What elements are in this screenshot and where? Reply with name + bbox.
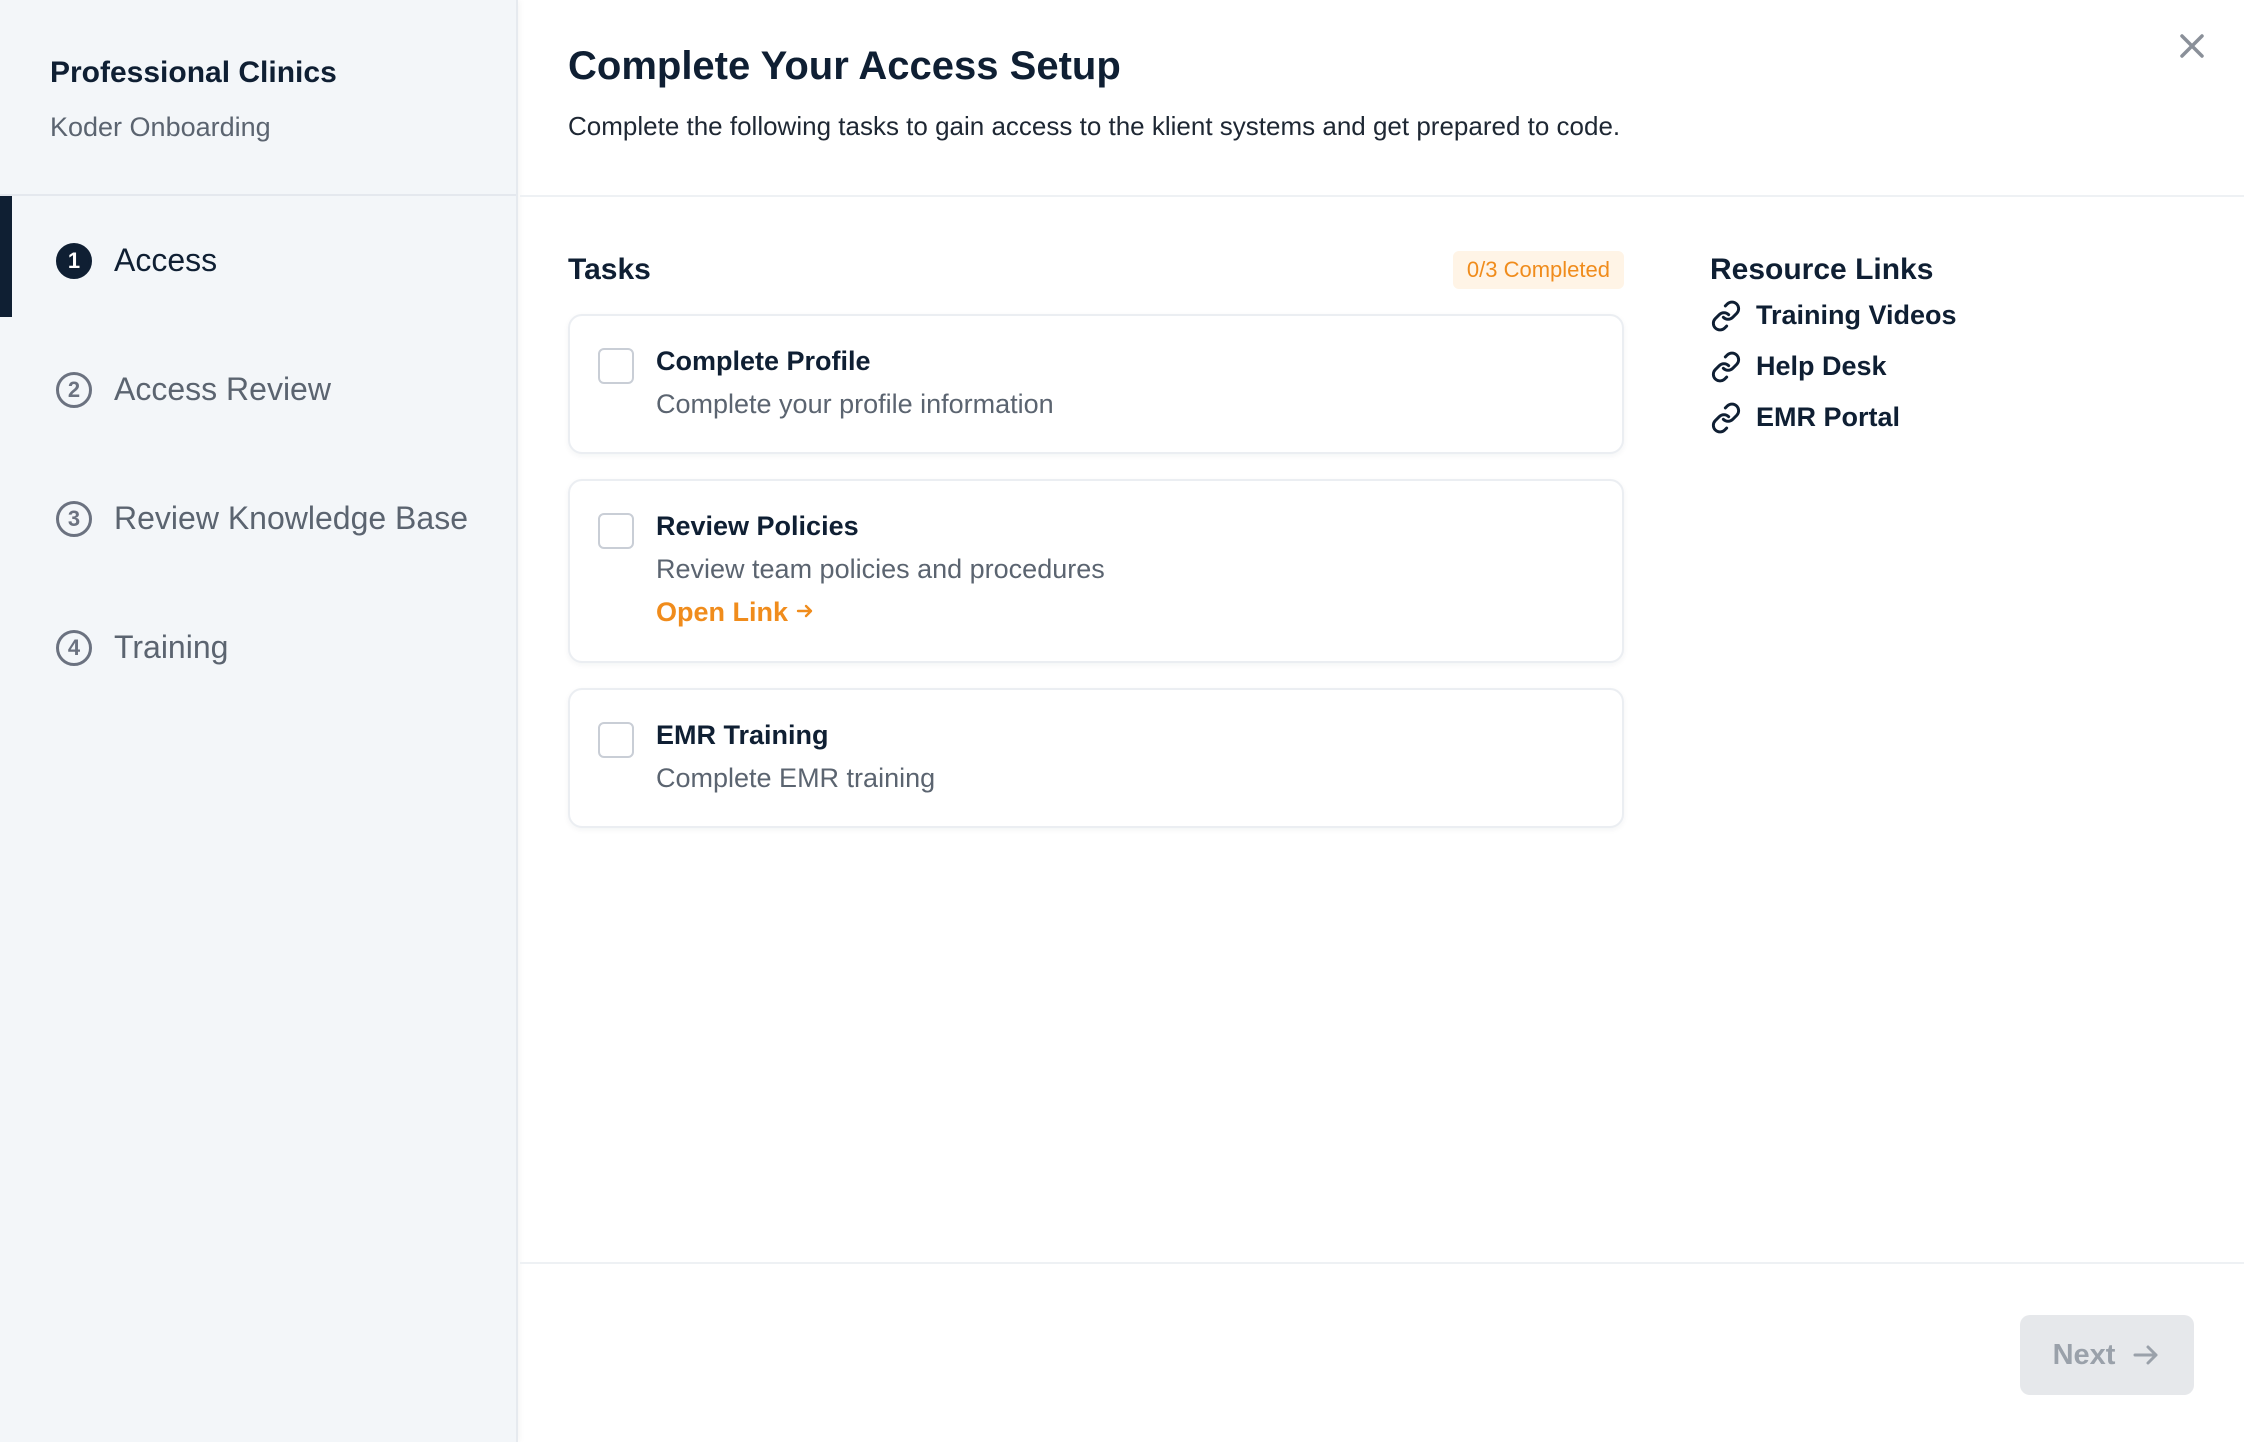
link-icon <box>1710 300 1742 332</box>
resource-link-label: Training Videos <box>1756 300 1957 330</box>
status-badge: 0/3 Completed <box>1452 251 1624 289</box>
header-divider <box>520 195 2244 197</box>
task-title: EMR Training <box>656 720 829 750</box>
step-label: Access Review <box>114 371 331 407</box>
step-training[interactable]: 4 Training <box>0 583 516 712</box>
resource-links-section: Resource Links Training Videos Help Desk… <box>1710 250 2160 443</box>
arrow-right-icon <box>2131 1340 2161 1370</box>
step-label: Review Knowledge Base <box>114 500 468 536</box>
step-label: Training <box>114 629 229 665</box>
page-header: Complete Your Access Setup Complete the … <box>568 44 2164 142</box>
task-card-review-policies: Review Policies Review team policies and… <box>568 479 1624 663</box>
arrow-right-icon <box>796 600 814 626</box>
step-label: Access <box>114 242 218 278</box>
task-description: Review team policies and procedures <box>656 554 1105 584</box>
close-icon <box>2180 34 2204 58</box>
task-checkbox[interactable] <box>598 722 634 758</box>
main-panel: Complete Your Access Setup Complete the … <box>520 0 2244 1442</box>
next-button-label: Next <box>2052 1338 2116 1371</box>
tasks-title: Tasks <box>568 253 651 286</box>
resource-link-help-desk[interactable]: Help Desk <box>1710 341 2160 392</box>
page-description: Complete the following tasks to gain acc… <box>568 111 1621 141</box>
step-number: 2 <box>56 371 92 408</box>
close-button[interactable] <box>2170 24 2214 68</box>
link-icon <box>1710 402 1742 434</box>
resource-link-label: Help Desk <box>1756 351 1887 381</box>
sidebar-header: Professional Clinics Koder Onboarding <box>0 0 516 196</box>
step-number: 4 <box>56 629 92 666</box>
step-access[interactable]: 1 Access <box>0 196 516 325</box>
steps-nav: 1 Access 2 Access Review 3 Review Knowle… <box>0 196 516 712</box>
org-subtitle: Koder Onboarding <box>50 112 271 142</box>
task-description: Complete your profile information <box>656 389 1054 419</box>
open-link[interactable]: Open Link <box>656 597 814 628</box>
resource-link-training-videos[interactable]: Training Videos <box>1710 290 2160 341</box>
org-name: Professional Clinics <box>50 56 337 89</box>
tasks-section: Tasks 0/3 Completed Complete Profile Com… <box>568 250 1624 828</box>
resource-link-label: EMR Portal <box>1756 402 1901 432</box>
open-link-label: Open Link <box>656 597 789 627</box>
step-review-knowledge-base[interactable]: 3 Review Knowledge Base <box>0 454 516 583</box>
page-title: Complete Your Access Setup <box>568 44 1121 88</box>
task-title: Review Policies <box>656 511 859 541</box>
step-access-review[interactable]: 2 Access Review <box>0 325 516 454</box>
footer-divider <box>520 1262 2244 1264</box>
sidebar: Professional Clinics Koder Onboarding 1 … <box>0 0 518 1442</box>
tasks-header: Tasks 0/3 Completed <box>568 250 1624 290</box>
task-title: Complete Profile <box>656 346 871 376</box>
next-button[interactable]: Next <box>2020 1315 2194 1395</box>
task-card-complete-profile: Complete Profile Complete your profile i… <box>568 314 1624 454</box>
task-card-emr-training: EMR Training Complete EMR training <box>568 688 1624 828</box>
step-number: 3 <box>56 500 92 537</box>
task-checkbox[interactable] <box>598 513 634 549</box>
resource-links-title: Resource Links <box>1710 253 1934 286</box>
resource-link-emr-portal[interactable]: EMR Portal <box>1710 392 2160 443</box>
step-number: 1 <box>56 242 92 279</box>
link-icon <box>1710 351 1742 383</box>
task-checkbox[interactable] <box>598 348 634 384</box>
task-description: Complete EMR training <box>656 763 936 793</box>
